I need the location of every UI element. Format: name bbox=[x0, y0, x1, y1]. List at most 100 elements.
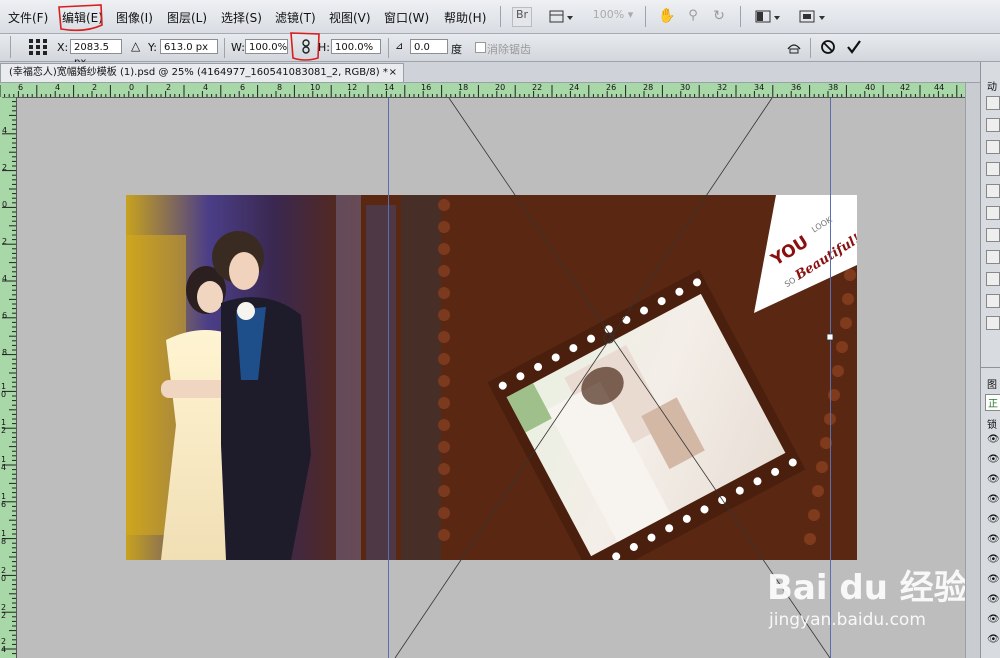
extras-button[interactable] bbox=[546, 7, 576, 27]
layer-visibility-eye-icon[interactable]: 👁 bbox=[987, 634, 1000, 645]
ruler-v-label: 22 bbox=[1, 603, 7, 620]
width-label: W: bbox=[231, 41, 245, 54]
commit-transform-icon[interactable] bbox=[846, 39, 862, 55]
panel-swatch[interactable] bbox=[986, 140, 1000, 154]
ruler-v-label: 4 bbox=[2, 126, 8, 135]
antialias-checkbox[interactable] bbox=[475, 42, 486, 53]
annotation-circle-edit bbox=[58, 4, 103, 32]
height-label: H: bbox=[318, 41, 330, 54]
ruler-h-label: 30 bbox=[680, 83, 691, 92]
rotate-view-button[interactable]: ↻ bbox=[709, 7, 729, 27]
layer-visibility-eye-icon[interactable]: 👁 bbox=[987, 474, 1000, 485]
blend-mode-select[interactable]: 正 bbox=[985, 394, 1000, 411]
baidu-watermark: Bai du 经验 bbox=[767, 568, 968, 608]
panel-swatch[interactable] bbox=[986, 206, 1000, 220]
menu-help[interactable]: 帮助(H) bbox=[444, 9, 486, 26]
panel-swatch[interactable] bbox=[986, 118, 1000, 132]
panel-swatch[interactable] bbox=[986, 294, 1000, 308]
transform-options-bar: X: 2083.5 px △ Y: 613.0 px W: 100.0% H: … bbox=[0, 32, 1000, 68]
ruler-v-label: 18 bbox=[1, 529, 7, 546]
panel-swatch[interactable] bbox=[986, 184, 1000, 198]
ruler-h-label: 14 bbox=[384, 83, 395, 92]
panel-swatch[interactable] bbox=[986, 272, 1000, 286]
rotate-angle-field[interactable]: 0.0 bbox=[410, 39, 448, 54]
hand-tool-button[interactable]: ✋ bbox=[657, 7, 677, 27]
menu-filter[interactable]: 滤镜(T) bbox=[275, 9, 316, 26]
hand-icon: ✋ bbox=[658, 8, 676, 24]
menu-separator bbox=[645, 6, 646, 27]
side-panel: 动 图 正 锁 👁 👁 👁 👁 👁 👁 👁 👁 👁 👁 👁 bbox=[980, 62, 1000, 658]
close-tab-icon[interactable]: × bbox=[389, 64, 397, 82]
ruler-v-label: 0 bbox=[2, 200, 8, 209]
ruler-h-label: 36 bbox=[791, 83, 802, 92]
menu-select[interactable]: 选择(S) bbox=[221, 9, 262, 26]
vertical-scrollbar[interactable] bbox=[965, 83, 980, 658]
ruler-h-label: 22 bbox=[532, 83, 543, 92]
ruler-h-label: 32 bbox=[717, 83, 728, 92]
ruler-h-label: 16 bbox=[421, 83, 432, 92]
transform-handle[interactable] bbox=[826, 333, 834, 341]
y-position-field[interactable]: 613.0 px bbox=[160, 39, 218, 54]
menu-window[interactable]: 窗口(W) bbox=[384, 9, 429, 26]
menu-image[interactable]: 图像(I) bbox=[116, 9, 153, 26]
panel-swatch[interactable] bbox=[986, 316, 1000, 330]
ruler-v-label: 4 bbox=[2, 274, 8, 283]
menu-layer[interactable]: 图层(L) bbox=[167, 9, 207, 26]
panel-swatch[interactable] bbox=[986, 162, 1000, 176]
horizontal-ruler-ticks bbox=[0, 85, 962, 97]
layers-tab-label[interactable]: 图 bbox=[987, 376, 997, 391]
warp-toggle-icon[interactable] bbox=[786, 39, 802, 55]
canvas-workspace[interactable]: YOU LOOK SO Beautiful! Bai du 经验 jingyan… bbox=[17, 98, 968, 658]
document-tab[interactable]: (幸福恋人)宽幅婚纱模板 (1).psd @ 25% (4164977_1605… bbox=[0, 63, 404, 82]
ruler-v-label: 10 bbox=[1, 382, 7, 399]
panel-swatch[interactable] bbox=[986, 228, 1000, 242]
ruler-h-label: 34 bbox=[754, 83, 765, 92]
layer-visibility-eye-icon[interactable]: 👁 bbox=[987, 454, 1000, 465]
layer-visibility-eye-icon[interactable]: 👁 bbox=[987, 494, 1000, 505]
y-label: Y: bbox=[148, 41, 157, 54]
width-scale-field[interactable]: 100.0% bbox=[245, 39, 288, 54]
ruler-v-label: 12 bbox=[1, 418, 7, 435]
height-scale-field[interactable]: 100.0% bbox=[331, 39, 381, 54]
panel-swatch[interactable] bbox=[986, 96, 1000, 110]
ruler-h-label: 40 bbox=[865, 83, 876, 92]
ruler-h-label: 28 bbox=[643, 83, 654, 92]
relative-position-icon[interactable]: △ bbox=[131, 39, 140, 53]
layer-visibility-eye-icon[interactable]: 👁 bbox=[987, 594, 1000, 605]
ruler-h-label: 18 bbox=[458, 83, 469, 92]
ruler-h-label: 20 bbox=[495, 83, 506, 92]
panel-divider bbox=[981, 367, 1000, 368]
baidu-watermark-url: jingyan.baidu.com bbox=[769, 610, 926, 630]
bridge-label: Br bbox=[515, 8, 529, 21]
menu-file[interactable]: 文件(F) bbox=[8, 9, 48, 26]
layer-visibility-eye-icon[interactable]: 👁 bbox=[987, 614, 1000, 625]
reference-point-icon[interactable] bbox=[28, 38, 48, 56]
options-separator bbox=[224, 38, 225, 58]
ruler-h-label: 4 bbox=[55, 83, 61, 92]
panel-swatch[interactable] bbox=[986, 250, 1000, 264]
zoom-level-select[interactable]: 100% ▾ bbox=[590, 7, 636, 27]
layer-visibility-eye-icon[interactable]: 👁 bbox=[987, 574, 1000, 585]
arrange-documents-button[interactable] bbox=[752, 7, 784, 27]
layer-visibility-eye-icon[interactable]: 👁 bbox=[987, 434, 1000, 445]
menu-view[interactable]: 视图(V) bbox=[329, 9, 371, 26]
layer-visibility-eye-icon[interactable]: 👁 bbox=[987, 514, 1000, 525]
panel-tab-label[interactable]: 动 bbox=[987, 78, 997, 93]
magnifier-icon: ⚲ bbox=[688, 8, 698, 23]
ruler-h-label: 0 bbox=[129, 83, 135, 92]
rotate-angle-icon: ⊿ bbox=[395, 41, 404, 52]
ruler-h-label: 12 bbox=[347, 83, 358, 92]
ruler-v-label: 20 bbox=[1, 566, 7, 583]
ruler-h-label: 44 bbox=[934, 83, 945, 92]
screen-mode-button[interactable] bbox=[795, 7, 829, 27]
menu-separator bbox=[740, 6, 741, 27]
layer-visibility-eye-icon[interactable]: 👁 bbox=[987, 554, 1000, 565]
bridge-button[interactable]: Br bbox=[512, 7, 532, 27]
vertical-ruler: 4 2 0 2 4 6 8 10 12 14 16 18 20 22 24 bbox=[0, 97, 17, 658]
ruler-v-label: 2 bbox=[2, 237, 8, 246]
screen-mode-icon bbox=[799, 10, 825, 23]
x-position-field[interactable]: 2083.5 px bbox=[70, 39, 122, 68]
zoom-tool-button[interactable]: ⚲ bbox=[683, 7, 703, 27]
layer-visibility-eye-icon[interactable]: 👁 bbox=[987, 534, 1000, 545]
cancel-transform-icon[interactable] bbox=[820, 39, 836, 55]
